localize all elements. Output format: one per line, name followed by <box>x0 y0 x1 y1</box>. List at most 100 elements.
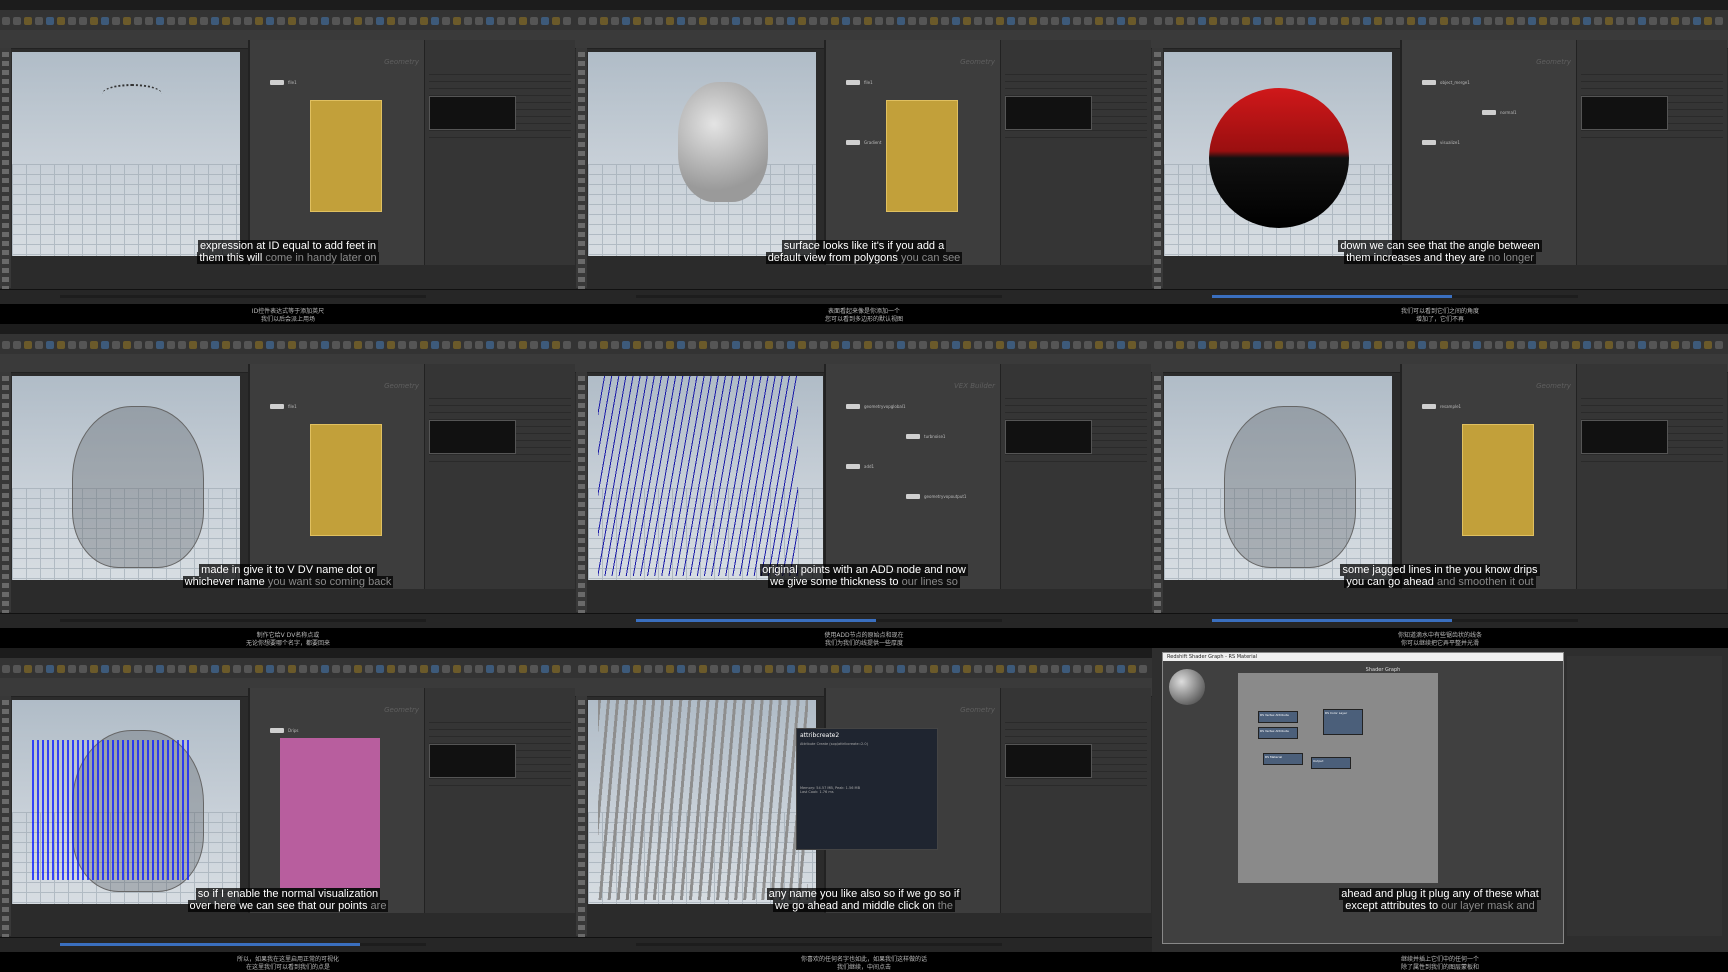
tool-icon[interactable] <box>2 880 9 885</box>
shelf-tool-icon[interactable] <box>1484 341 1492 349</box>
shelf-tool-icon[interactable] <box>464 341 472 349</box>
tool-icon[interactable] <box>578 556 585 561</box>
tool-icon[interactable] <box>578 52 585 57</box>
tool-icon[interactable] <box>2 187 9 192</box>
shelf-tool-icon[interactable] <box>1638 341 1646 349</box>
shelf-tool-icon[interactable] <box>1528 17 1536 25</box>
tool-icon[interactable] <box>1154 403 1161 408</box>
tool-icon[interactable] <box>2 412 9 417</box>
tool-icon[interactable] <box>2 79 9 84</box>
tool-icon[interactable] <box>2 61 9 66</box>
shelf-tool-icon[interactable] <box>996 665 1004 673</box>
shelf-tool-icon[interactable] <box>1084 341 1092 349</box>
shelf-tool-icon[interactable] <box>732 341 740 349</box>
shelf-tool-icon[interactable] <box>57 17 65 25</box>
shelf-tool-icon[interactable] <box>754 341 762 349</box>
shelf-tool-icon[interactable] <box>552 17 560 25</box>
tool-icon[interactable] <box>1154 385 1161 390</box>
tool-icon[interactable] <box>1154 70 1161 75</box>
shelf-tool-icon[interactable] <box>1117 341 1125 349</box>
shelf-tool-icon[interactable] <box>776 17 784 25</box>
shelf-tool-icon[interactable] <box>864 665 872 673</box>
tool-icon[interactable] <box>2 88 9 93</box>
shelf-tool-icon[interactable] <box>1106 17 1114 25</box>
vex-snippet-editor[interactable] <box>1005 744 1092 778</box>
playbar[interactable] <box>0 289 576 304</box>
shelf-tool-icon[interactable] <box>486 665 494 673</box>
shelf-tool-icon[interactable] <box>1638 17 1646 25</box>
tool-icon[interactable] <box>578 925 585 930</box>
shelf-tool-icon[interactable] <box>145 341 153 349</box>
shelf-tool-icon[interactable] <box>486 341 494 349</box>
tool-icon[interactable] <box>2 799 9 804</box>
shelf-tool-icon[interactable] <box>930 341 938 349</box>
shelf-tool-icon[interactable] <box>442 17 450 25</box>
shelf-tool-icon[interactable] <box>1029 341 1037 349</box>
shelf-tool-icon[interactable] <box>101 665 109 673</box>
tool-icon[interactable] <box>578 403 585 408</box>
shelf-tool-icon[interactable] <box>299 17 307 25</box>
shelf-tool-icon[interactable] <box>1704 17 1712 25</box>
tool-icon[interactable] <box>578 781 585 786</box>
tool-icon[interactable] <box>578 745 585 750</box>
shelf-tool-icon[interactable] <box>611 341 619 349</box>
shader-node[interactable]: RS Vertex Attribute <box>1258 711 1298 723</box>
tool-icon[interactable] <box>1154 151 1161 156</box>
tool-icon[interactable] <box>1154 133 1161 138</box>
shelf-tool-icon[interactable] <box>1506 17 1514 25</box>
shelf-tool-icon[interactable] <box>600 665 608 673</box>
shelf-tool-icon[interactable] <box>688 665 696 673</box>
shelf-tool-icon[interactable] <box>754 665 762 673</box>
shelf-tool-icon[interactable] <box>475 17 483 25</box>
tool-icon[interactable] <box>578 520 585 525</box>
shelf-tool-icon[interactable] <box>398 665 406 673</box>
shelf-tool-icon[interactable] <box>310 341 318 349</box>
shelf-tool-icon[interactable] <box>1528 341 1536 349</box>
shelf-tool-icon[interactable] <box>776 341 784 349</box>
shelf-tool-icon[interactable] <box>633 665 641 673</box>
shelf-tool-icon[interactable] <box>1275 17 1283 25</box>
shelf-tool-icon[interactable] <box>541 17 549 25</box>
shelf-tool-icon[interactable] <box>1117 665 1125 673</box>
tool-icon[interactable] <box>1154 421 1161 426</box>
shelf-tool-icon[interactable] <box>1429 341 1437 349</box>
tool-icon[interactable] <box>1154 142 1161 147</box>
tool-icon[interactable] <box>2 448 9 453</box>
shelf-tool-icon[interactable] <box>508 17 516 25</box>
shelf-tool-icon[interactable] <box>288 17 296 25</box>
vex-snippet-editor[interactable] <box>1581 420 1668 454</box>
shelf-tool-icon[interactable] <box>475 665 483 673</box>
tool-icon[interactable] <box>1154 169 1161 174</box>
shelf-tool-icon[interactable] <box>1671 17 1679 25</box>
shelf-tool-icon[interactable] <box>1517 341 1525 349</box>
tool-icon[interactable] <box>578 214 585 219</box>
network-node[interactable] <box>906 494 920 499</box>
shelf-tool-icon[interactable] <box>941 341 949 349</box>
tool-icon[interactable] <box>1154 457 1161 462</box>
shelf-tool-icon[interactable] <box>332 665 340 673</box>
tool-icon[interactable] <box>1154 268 1161 273</box>
tool-icon[interactable] <box>2 439 9 444</box>
shelf-tool-icon[interactable] <box>699 665 707 673</box>
shelf-tool-icon[interactable] <box>277 665 285 673</box>
tool-icon[interactable] <box>578 835 585 840</box>
tool-icon[interactable] <box>2 475 9 480</box>
shelf-tool-icon[interactable] <box>2 341 10 349</box>
shelf-tool-icon[interactable] <box>666 665 674 673</box>
tool-icon[interactable] <box>578 538 585 543</box>
network-node[interactable] <box>1422 140 1436 145</box>
shelf-tool-icon[interactable] <box>798 665 806 673</box>
shelf-tool-icon[interactable] <box>453 665 461 673</box>
tool-icon[interactable] <box>2 826 9 831</box>
tool-icon[interactable] <box>578 79 585 84</box>
vex-snippet-editor[interactable] <box>429 744 516 778</box>
shelf-tool-icon[interactable] <box>409 341 417 349</box>
shelf-tool-icon[interactable] <box>743 341 751 349</box>
shelf-tool-icon[interactable] <box>1242 17 1250 25</box>
shelf-tool-icon[interactable] <box>244 17 252 25</box>
parameter-editor[interactable] <box>1000 40 1151 265</box>
shelf-tool-icon[interactable] <box>600 341 608 349</box>
shelf-tool-icon[interactable] <box>1062 665 1070 673</box>
shelf-tool-icon[interactable] <box>79 341 87 349</box>
shelf-tool-icon[interactable] <box>431 17 439 25</box>
